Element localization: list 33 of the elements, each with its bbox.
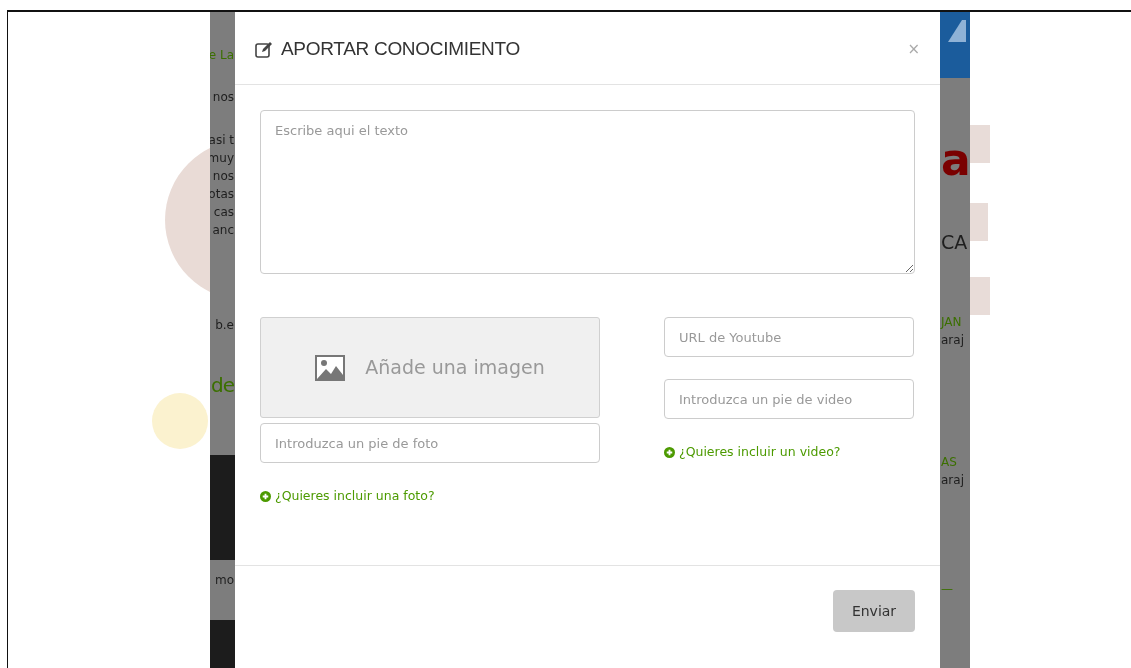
link-fragment[interactable]: — (941, 582, 953, 597)
banner-drawing (940, 12, 970, 78)
youtube-url-field[interactable]: URL de Youtube (664, 317, 914, 357)
add-photo-link[interactable]: ¿Quieres incluir una foto? (260, 487, 435, 506)
close-button[interactable]: × (907, 42, 920, 57)
text-fragment: b.e (215, 318, 234, 333)
title-fragment: CA (941, 231, 968, 254)
video-caption-field[interactable]: Introduzca un pie de video (664, 379, 914, 419)
text-fragment: nos (212, 90, 234, 105)
faded-logo-drawing (150, 390, 210, 452)
text-fragment: asi t (210, 133, 234, 148)
text-fragment: mo (214, 573, 234, 588)
text-fragment: araj (941, 333, 964, 348)
text-fragment: nos (212, 169, 234, 184)
text-fragment: anc (212, 223, 234, 238)
text-area[interactable]: Escribe aqui el texto (260, 110, 915, 274)
image-upload-box[interactable]: Añade una imagen (260, 317, 600, 418)
send-button[interactable]: Enviar (833, 590, 915, 632)
edit-icon (255, 41, 273, 58)
photo-caption-field[interactable]: Introduzca un pie de foto (260, 423, 600, 463)
heading-fragment: de (211, 373, 234, 397)
image-icon (315, 354, 346, 381)
dialog-title: APORTAR CONOCIMIENTO (281, 37, 520, 62)
plus-circle-icon (664, 447, 675, 458)
link-fragment[interactable]: AS (941, 455, 957, 470)
upload-label: Añade una imagen (365, 355, 545, 381)
plus-circle-icon (260, 491, 271, 502)
add-video-link[interactable]: ¿Quieres incluir un video? (664, 443, 841, 462)
logo-fragment: a (941, 138, 970, 182)
link-fragment[interactable]: JAN (941, 315, 962, 330)
link-fragment[interactable]: e La (210, 48, 234, 63)
text-fragment: cas (213, 205, 234, 220)
text-fragment: araj (941, 473, 964, 488)
